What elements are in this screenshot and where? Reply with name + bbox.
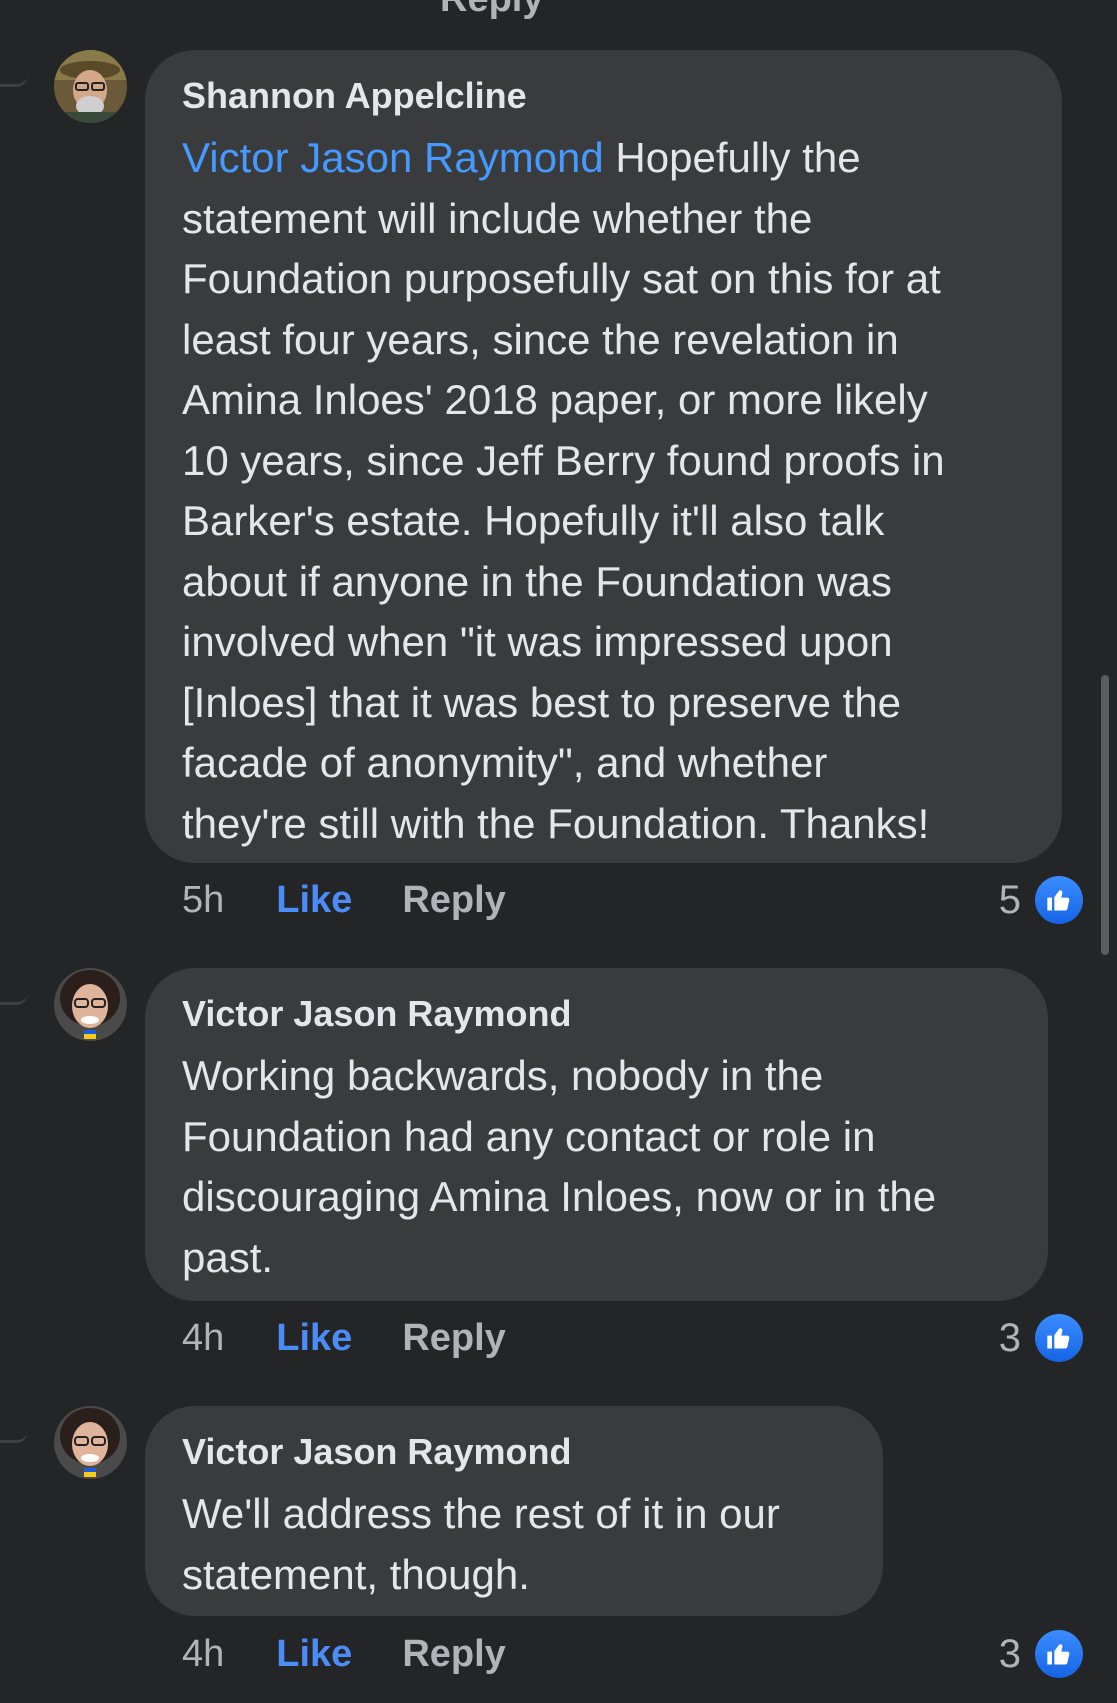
reply-button[interactable]: Reply: [402, 1317, 505, 1360]
comment-text: Working backwards, nobody in the Foundati…: [182, 1046, 1012, 1288]
comment-actions: 4h Like Reply: [182, 1313, 506, 1363]
thumbs-up-icon: [1035, 876, 1083, 924]
previous-reply-link-clipped[interactable]: Reply: [440, 0, 543, 21]
comment-line: discouraging Amina Inloes, now or in the: [182, 1173, 937, 1220]
comment-line: Barker's estate. Hopefully it'll also ta…: [182, 497, 885, 544]
scrollbar[interactable]: [1101, 675, 1109, 955]
avatar[interactable]: [54, 968, 127, 1041]
reactions-summary[interactable]: 3: [999, 1629, 1083, 1679]
reactions-summary[interactable]: 3: [999, 1313, 1083, 1363]
reaction-count: 5: [998, 877, 1021, 922]
comment-line: statement, though.: [182, 1550, 530, 1598]
comment-line: Hopefully the: [603, 134, 861, 181]
comment-line: We'll address the rest of it in our: [182, 1490, 780, 1537]
avatar-victor-image: [54, 968, 127, 1041]
comment-timestamp[interactable]: 5h: [182, 879, 224, 922]
comment-line: Foundation purposefully sat on this for …: [182, 255, 941, 302]
comment-timestamp[interactable]: 4h: [182, 1317, 224, 1360]
comment-timestamp[interactable]: 4h: [182, 1633, 224, 1676]
thread-connector: [0, 72, 28, 87]
thread-connector: [0, 1428, 28, 1443]
mention-link[interactable]: Victor Jason Raymond: [182, 134, 604, 181]
comment-line: 10 years, since Jeff Berry found proofs …: [182, 436, 945, 484]
comment-author[interactable]: Victor Jason Raymond: [182, 1428, 847, 1476]
comment-line: Foundation had any contact or role in: [182, 1112, 876, 1160]
like-button[interactable]: Like: [276, 1317, 352, 1360]
avatar-shannon-image: [54, 50, 127, 123]
avatar[interactable]: [54, 1406, 127, 1479]
comment-text: We'll address the rest of it in our state…: [182, 1484, 847, 1605]
comment-actions: 5h Like Reply: [182, 875, 506, 925]
comment-line: Working backwards, nobody in the: [182, 1052, 824, 1099]
reply-button[interactable]: Reply: [402, 879, 505, 922]
reaction-count: 3: [998, 1631, 1021, 1676]
like-button[interactable]: Like: [276, 1633, 352, 1676]
reply-button[interactable]: Reply: [402, 1633, 505, 1676]
comment-line: Amina Inloes' 2018 paper, or more likely: [182, 376, 928, 423]
comment-bubble: Shannon Appelcline Victor Jason Raymond …: [145, 50, 1062, 863]
comment-text: Victor Jason Raymond Hopefully the statem…: [182, 128, 1026, 854]
comment-line: statement will include whether the: [182, 194, 813, 242]
comment-line: facade of anonymity", and whether: [182, 739, 828, 786]
comment-line: [Inloes] that it was best to preserve th…: [182, 678, 902, 726]
avatar[interactable]: [54, 50, 127, 123]
comment-line: they're still with the Foundation. Thank…: [182, 799, 930, 847]
comment-author[interactable]: Victor Jason Raymond: [182, 990, 1012, 1038]
avatar-victor-image: [54, 1406, 127, 1479]
comment-bubble: Victor Jason Raymond We'll address the r…: [145, 1406, 883, 1616]
reaction-count: 3: [998, 1315, 1021, 1360]
comment-line: least four years, since the revelation i…: [182, 315, 899, 363]
reactions-summary[interactable]: 5: [999, 875, 1083, 925]
thumbs-up-icon: [1035, 1630, 1083, 1678]
comment-author[interactable]: Shannon Appelcline: [182, 72, 1026, 120]
comment-line: past.: [182, 1233, 274, 1281]
like-button[interactable]: Like: [276, 879, 352, 922]
comment-line: involved when "it was impressed upon: [182, 618, 893, 665]
comment-bubble: Victor Jason Raymond Working backwards, …: [145, 968, 1048, 1301]
comment-line: about if anyone in the Foundation was: [182, 557, 892, 605]
comment-actions: 4h Like Reply: [182, 1629, 506, 1679]
thread-connector: [0, 990, 28, 1005]
thumbs-up-icon: [1035, 1314, 1083, 1362]
